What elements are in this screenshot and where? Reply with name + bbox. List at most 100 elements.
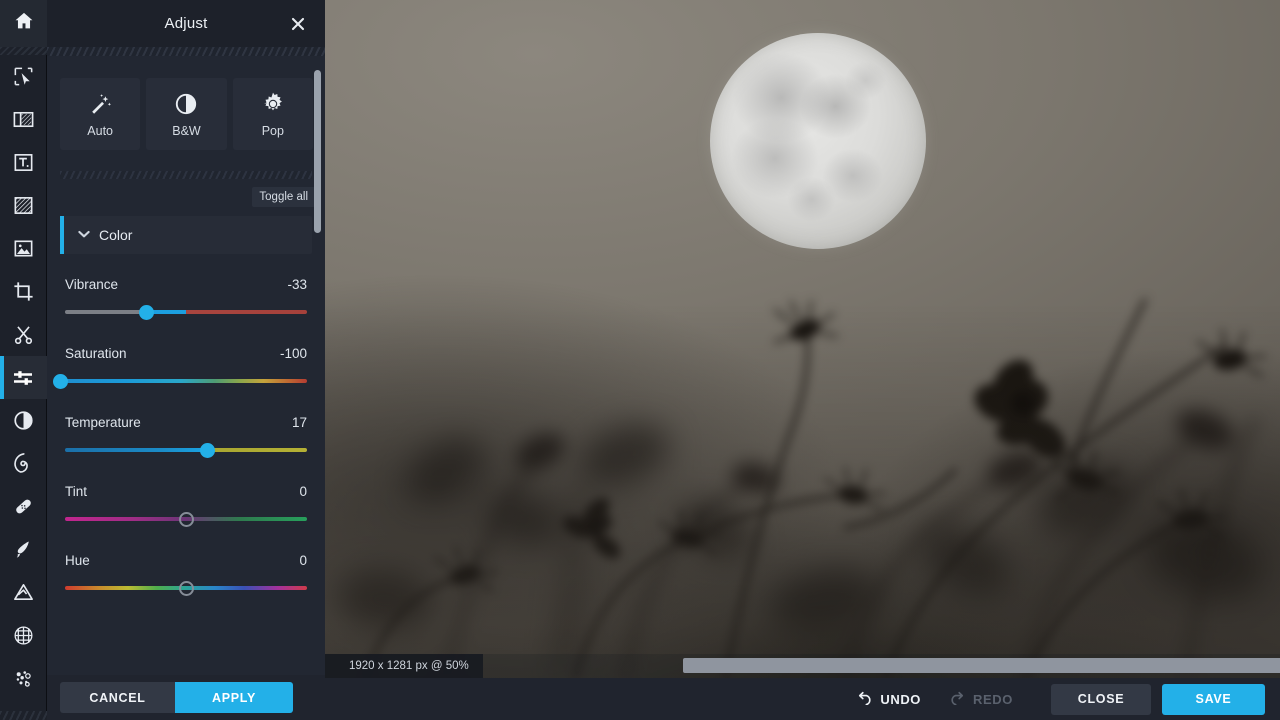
slider-temperature-header: Temperature 17	[60, 415, 312, 430]
bandage-icon	[12, 495, 35, 518]
undo-button[interactable]: UNDO	[842, 691, 935, 708]
slider-temperature-thumb[interactable]	[199, 443, 215, 458]
home-icon	[13, 10, 35, 37]
undo-label: UNDO	[880, 691, 922, 707]
panel-scroll-area: Auto B&W Pop Toggle all Color Vibrance -…	[47, 56, 325, 675]
photo-flowers	[325, 0, 1280, 678]
crop-icon	[12, 280, 35, 303]
tool-image[interactable]	[0, 227, 47, 270]
tool-select[interactable]	[0, 55, 47, 98]
slider-saturation-track	[65, 379, 307, 383]
rail-bottom-divider	[0, 711, 47, 720]
tool-cut[interactable]	[0, 313, 47, 356]
tool-layout[interactable]	[0, 98, 47, 141]
slider-temperature: Temperature 17	[60, 392, 312, 461]
tool-crop[interactable]	[0, 270, 47, 313]
layout-icon	[12, 108, 35, 131]
tool-frames[interactable]	[0, 657, 47, 700]
image-editor-app: Adjust Auto B&W Pop Toggle all Color Vib…	[0, 0, 1280, 720]
magic-wand-icon	[87, 91, 113, 117]
bottom-action-bar: UNDO REDO CLOSE SAVE	[325, 678, 1280, 720]
slider-hue-header: Hue 0	[60, 553, 312, 568]
redo-button[interactable]: REDO	[935, 691, 1027, 708]
cancel-button[interactable]: CANCEL	[60, 682, 175, 713]
slider-vibrance-track	[65, 310, 307, 314]
slider-vibrance-value: -33	[287, 277, 307, 292]
canvas-hscrollbar-track[interactable]	[482, 654, 1280, 678]
pattern-icon	[12, 194, 35, 217]
slider-tint-label: Tint	[65, 484, 88, 499]
tool-text[interactable]	[0, 141, 47, 184]
preset-bw-button[interactable]: B&W	[146, 78, 227, 150]
undo-arrow-icon	[856, 691, 873, 708]
tool-pattern[interactable]	[0, 184, 47, 227]
slider-tint-header: Tint 0	[60, 484, 312, 499]
sun-burst-icon	[260, 91, 286, 117]
image-icon	[12, 237, 35, 260]
slider-vibrance-control[interactable]	[60, 301, 312, 323]
preset-auto-button[interactable]: Auto	[60, 78, 141, 150]
photo-vignette	[325, 0, 1280, 678]
slider-temperature-track	[65, 448, 307, 452]
image-dimensions-label: 1920 x 1281 px @ 50%	[325, 654, 483, 678]
preset-buttons: Auto B&W Pop	[47, 56, 325, 150]
section-header-color[interactable]: Color	[60, 216, 312, 254]
slider-tint-thumb[interactable]	[178, 512, 194, 527]
tool-brush[interactable]	[0, 528, 47, 571]
home-button[interactable]	[0, 0, 47, 47]
panel-header-divider	[47, 47, 325, 56]
tool-texture[interactable]	[0, 614, 47, 657]
globe-grid-icon	[12, 624, 35, 647]
slider-saturation-header: Saturation -100	[60, 346, 312, 361]
slider-saturation-control[interactable]	[52, 370, 312, 392]
apply-button[interactable]: APPLY	[175, 682, 293, 713]
adjust-panel: Adjust Auto B&W Pop Toggle all Color Vib…	[47, 0, 325, 720]
slider-hue-thumb[interactable]	[178, 581, 194, 596]
spiral-icon	[12, 452, 35, 475]
sliders-icon	[11, 366, 35, 390]
scissors-icon	[12, 323, 35, 346]
tool-list	[0, 55, 47, 700]
slider-temperature-label: Temperature	[65, 415, 141, 430]
preset-divider	[60, 171, 312, 179]
slider-temperature-value: 17	[291, 415, 307, 430]
slider-group-color: Vibrance -33 Saturation -100 Temperature…	[47, 254, 325, 599]
redo-arrow-icon	[949, 691, 966, 708]
preset-pop-button[interactable]: Pop	[232, 78, 313, 150]
canvas-status-bar: 1920 x 1281 px @ 50%	[325, 654, 1280, 678]
tool-shapes[interactable]	[0, 571, 47, 614]
slider-tint-control[interactable]	[60, 508, 312, 530]
image-canvas[interactable]	[325, 0, 1280, 678]
close-button[interactable]: CLOSE	[1051, 683, 1151, 715]
section-title-color: Color	[99, 227, 133, 243]
panel-body: Auto B&W Pop Toggle all Color Vibrance -…	[47, 56, 325, 675]
slider-hue-control[interactable]	[60, 577, 312, 599]
slider-saturation-thumb[interactable]	[52, 374, 68, 389]
slider-vibrance-header: Vibrance -33	[60, 277, 312, 292]
tool-blur[interactable]	[0, 442, 47, 485]
slider-vibrance: Vibrance -33	[60, 254, 312, 323]
redo-label: REDO	[973, 691, 1013, 707]
contrast-icon	[12, 409, 35, 432]
tool-contrast[interactable]	[0, 399, 47, 442]
brush-icon	[12, 538, 35, 561]
slider-saturation-value: -100	[279, 346, 307, 361]
slider-vibrance-thumb[interactable]	[139, 305, 155, 320]
toggle-all-row: Toggle all	[47, 179, 325, 207]
rail-divider	[0, 47, 47, 55]
canvas-hscrollbar-thumb[interactable]	[682, 658, 1280, 673]
close-icon[interactable]	[287, 13, 309, 35]
preset-auto-label: Auto	[87, 123, 114, 138]
panel-footer: CANCEL APPLY	[47, 675, 325, 720]
toggle-all-button[interactable]: Toggle all	[252, 187, 315, 207]
slider-tint-value: 0	[299, 484, 307, 499]
slider-saturation: Saturation -100	[52, 323, 312, 392]
slider-saturation-label: Saturation	[65, 346, 127, 361]
slider-temperature-control[interactable]	[60, 439, 312, 461]
panel-scrollbar-thumb[interactable]	[314, 70, 321, 233]
tool-adjust[interactable]	[0, 356, 47, 399]
tool-heal[interactable]	[0, 485, 47, 528]
tool-rail	[0, 0, 47, 720]
slider-hue-value: 0	[299, 553, 307, 568]
save-button[interactable]: SAVE	[1162, 683, 1265, 715]
